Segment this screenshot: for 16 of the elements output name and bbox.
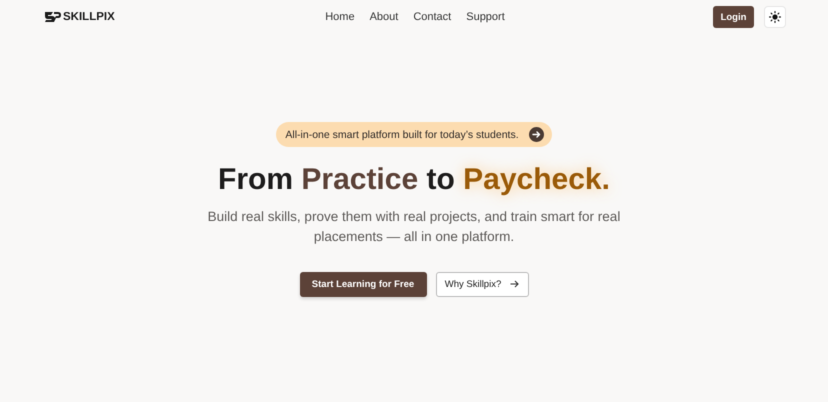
- headline: From Practice to Paycheck.: [218, 163, 610, 197]
- subtitle: Build real skills, prove them with real projects, and train smart for real placements — all in one platform.: [206, 208, 622, 246]
- nav-link[interactable]: Home: [325, 11, 355, 23]
- brand-name: SKILLPIX: [63, 11, 115, 23]
- arrow-right-icon: [510, 280, 520, 288]
- nav-link[interactable]: About: [370, 11, 398, 23]
- nav-link[interactable]: Support: [466, 11, 505, 23]
- sun-icon: [769, 11, 781, 23]
- arrow-right-icon[interactable]: [528, 127, 544, 142]
- login-button[interactable]: Login: [713, 6, 754, 28]
- announcement-text: All-in-one smart platform built for today’s students.: [285, 128, 519, 140]
- nav-link[interactable]: Contact: [413, 11, 452, 23]
- start-learning-button[interactable]: Start Learning for Free: [300, 272, 426, 296]
- theme-toggle[interactable]: [764, 6, 786, 28]
- logo-icon: [44, 11, 61, 23]
- why-button[interactable]: Why Skillpix?: [436, 272, 528, 296]
